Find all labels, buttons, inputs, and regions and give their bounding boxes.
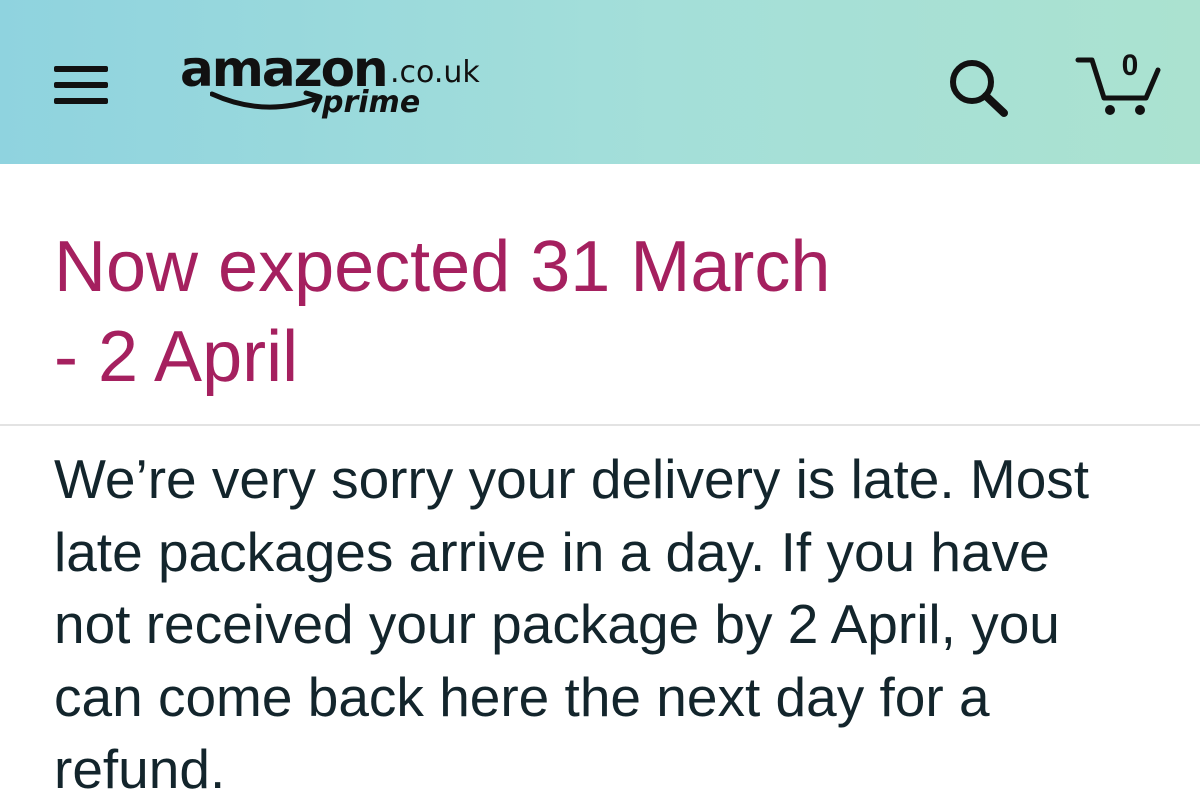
message-line: can come back here the next day for a xyxy=(54,665,990,728)
section-divider xyxy=(0,424,1200,426)
message-line: We’re very sorry your delivery is late. … xyxy=(54,448,1090,510)
hamburger-menu-icon xyxy=(54,62,110,108)
delivery-status-heading: Now expected 31 March - 2 April xyxy=(54,222,1154,402)
menu-button[interactable] xyxy=(54,62,110,108)
delivery-status-line: Now expected 31 March xyxy=(54,227,831,307)
cart-count-badge: 0 xyxy=(1121,49,1139,82)
search-icon xyxy=(950,60,1008,117)
message-line: late packages arrive in a day. If you ha… xyxy=(54,520,1050,583)
late-delivery-message: We’re very sorry your delivery is late. … xyxy=(54,443,1174,806)
smile-arrow-icon xyxy=(210,90,323,113)
search-button[interactable] xyxy=(946,58,1012,118)
message-line: refund. xyxy=(54,738,226,800)
delivery-status-line: - 2 April xyxy=(54,317,299,397)
app-header: amazon .co.uk prime 0 xyxy=(0,0,1200,164)
logo-domain: .co.uk xyxy=(390,55,480,90)
logo-prime: prime xyxy=(322,85,421,120)
amazon-prime-logo[interactable]: amazon .co.uk prime xyxy=(180,44,490,134)
cart-button[interactable]: 0 xyxy=(1074,50,1164,120)
message-line: not received your package by 2 April, yo… xyxy=(54,593,1060,655)
